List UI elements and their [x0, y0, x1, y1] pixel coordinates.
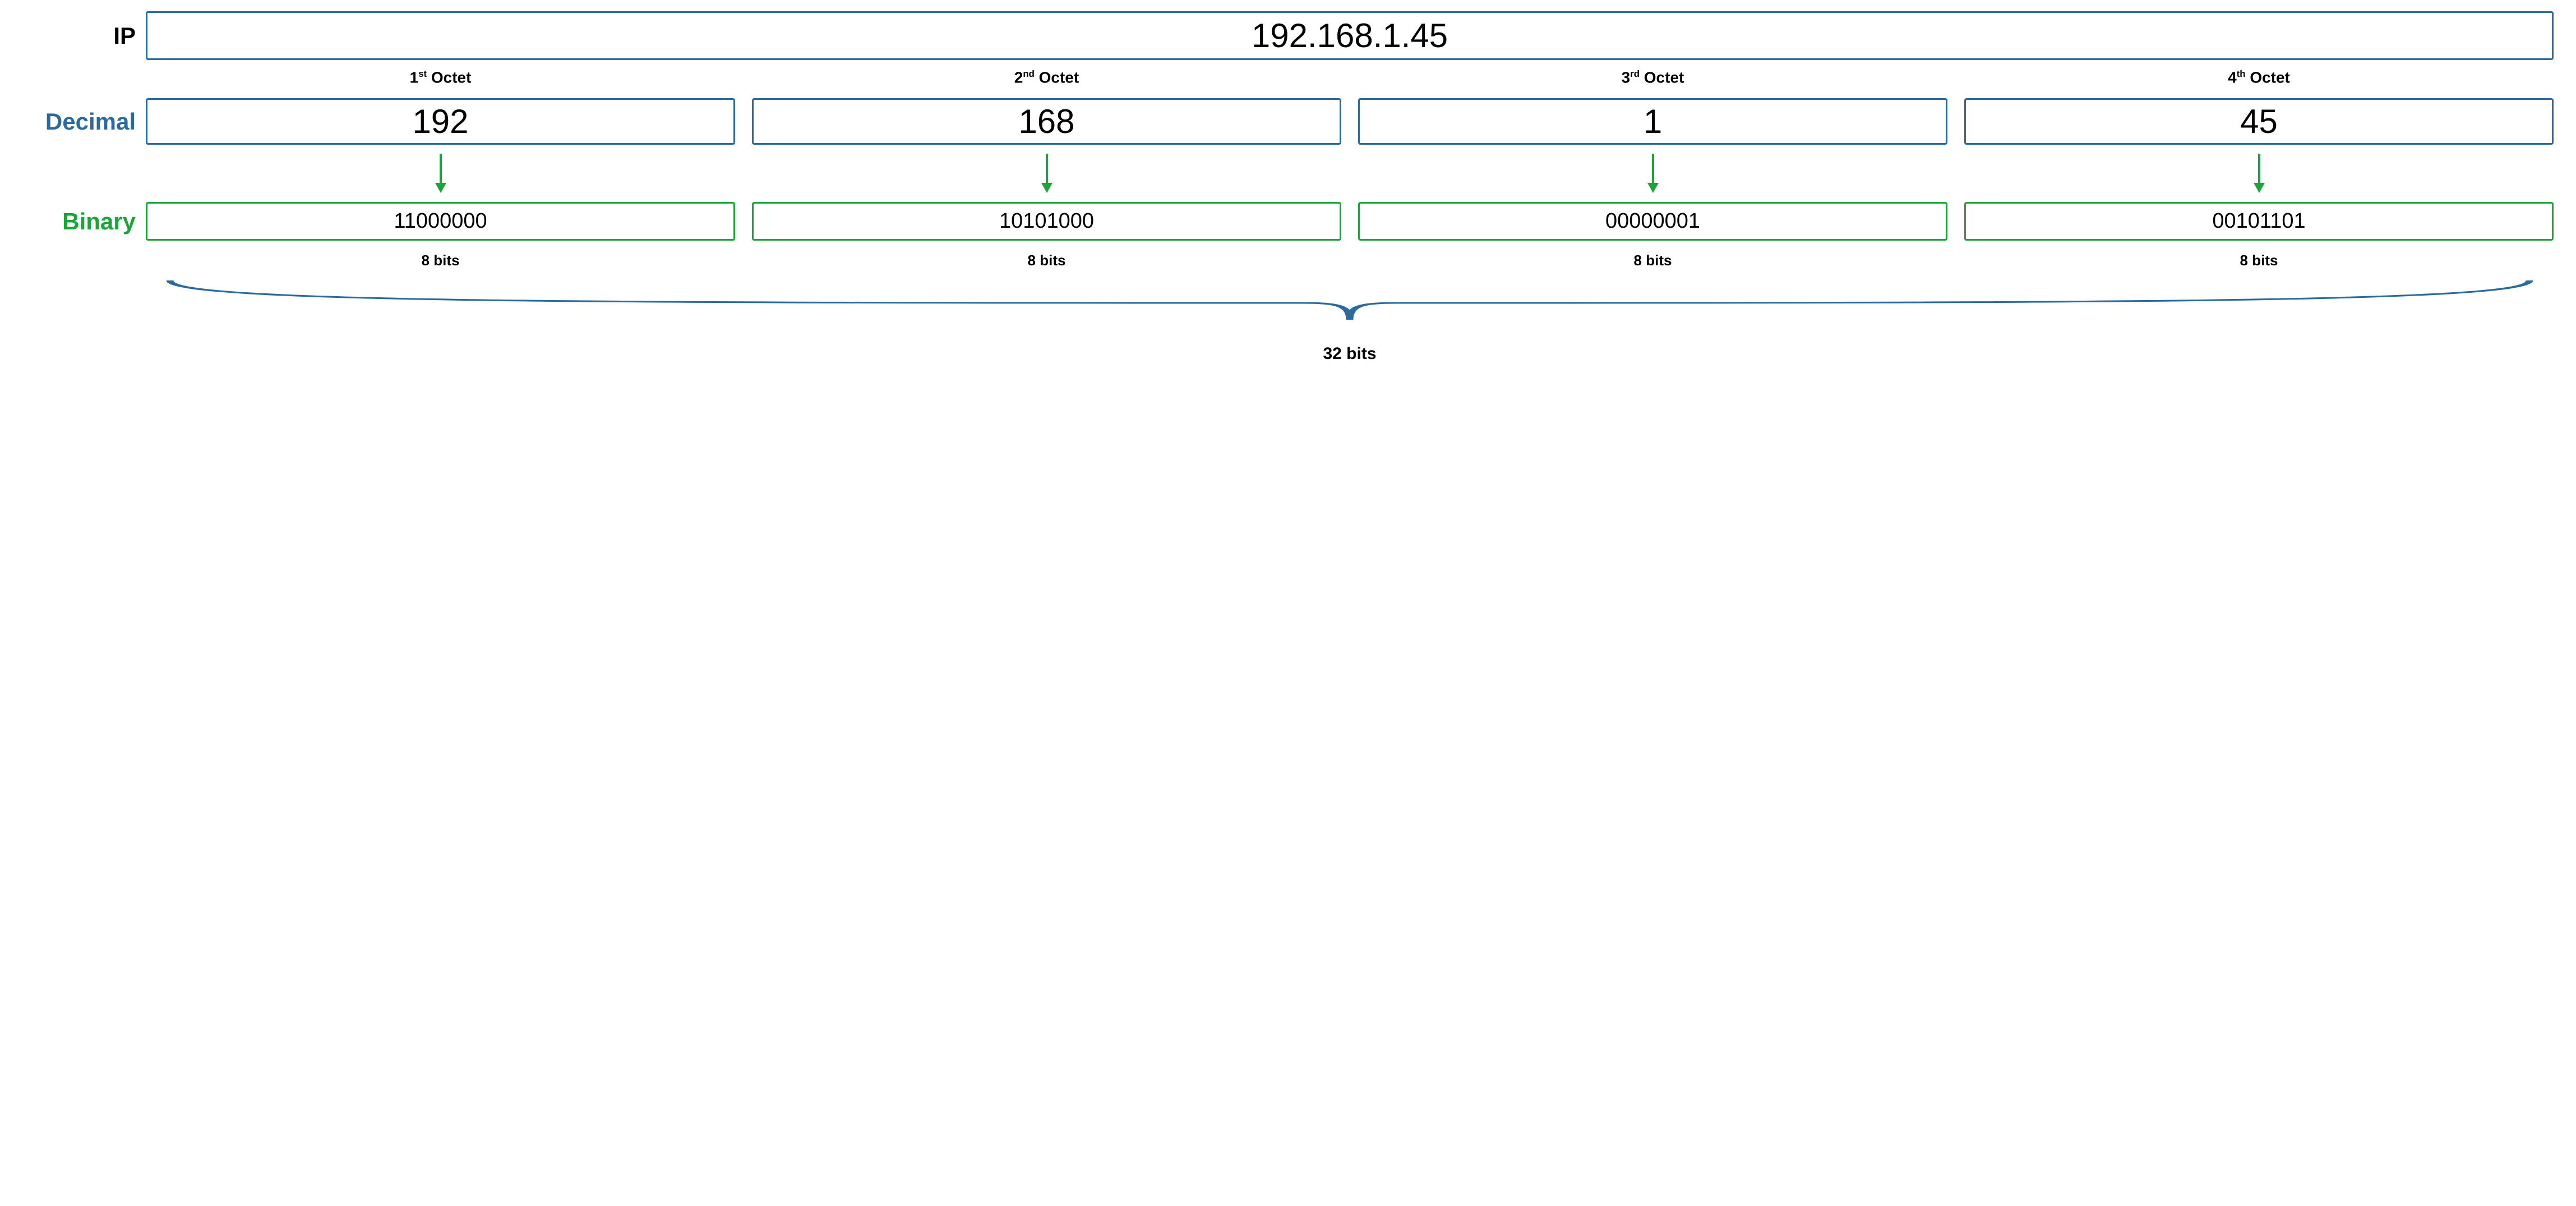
binary-row: Binary 11000000 10101000 00000001 001011… — [22, 202, 2554, 241]
ip-address-box: 192.168.1.45 — [146, 11, 2554, 60]
binary-octet-box: 11000000 — [146, 202, 735, 241]
bits-label: 8 bits — [146, 252, 735, 269]
octet-titles-row: . 1st Octet 2nd Octet 3rd Octet 4th Octe… — [22, 66, 2554, 93]
arrows-row — [22, 150, 2554, 196]
octet-title: 3rd Octet — [1358, 68, 1947, 86]
decimal-octet-box: 45 — [1964, 98, 2554, 145]
bits-label: 8 bits — [752, 252, 1341, 269]
arrow-down-icon — [1645, 154, 1661, 193]
binary-octet-box: 00101101 — [1964, 202, 2554, 241]
total-bits-brace: 32 bits — [146, 275, 2554, 363]
arrow-down-icon — [1038, 154, 1055, 193]
arrow-down-icon — [432, 154, 449, 193]
decimal-label: Decimal — [22, 108, 146, 135]
ip-row: IP 192.168.1.45 — [22, 11, 2554, 60]
ip-label: IP — [22, 22, 146, 49]
binary-octet-box: 00000001 — [1358, 202, 1947, 241]
octet-title: 2nd Octet — [752, 68, 1341, 86]
decimal-octet-box: 192 — [146, 98, 735, 145]
bits-label: 8 bits — [1964, 252, 2554, 269]
bits-label: 8 bits — [1358, 252, 1947, 269]
binary-octet-box: 10101000 — [752, 202, 1341, 241]
binary-label: Binary — [22, 208, 146, 235]
arrow-down-icon — [2251, 154, 2268, 193]
bits-labels-row: 8 bits 8 bits 8 bits 8 bits — [22, 246, 2554, 269]
total-bits-label: 32 bits — [146, 344, 2554, 363]
decimal-octet-box: 168 — [752, 98, 1341, 145]
octet-title: 4th Octet — [1964, 68, 2554, 86]
decimal-octet-box: 1 — [1358, 98, 1947, 145]
decimal-row: Decimal 192 168 1 45 — [22, 98, 2554, 145]
brace-icon — [146, 275, 2554, 342]
octet-title: 1st Octet — [146, 68, 735, 86]
